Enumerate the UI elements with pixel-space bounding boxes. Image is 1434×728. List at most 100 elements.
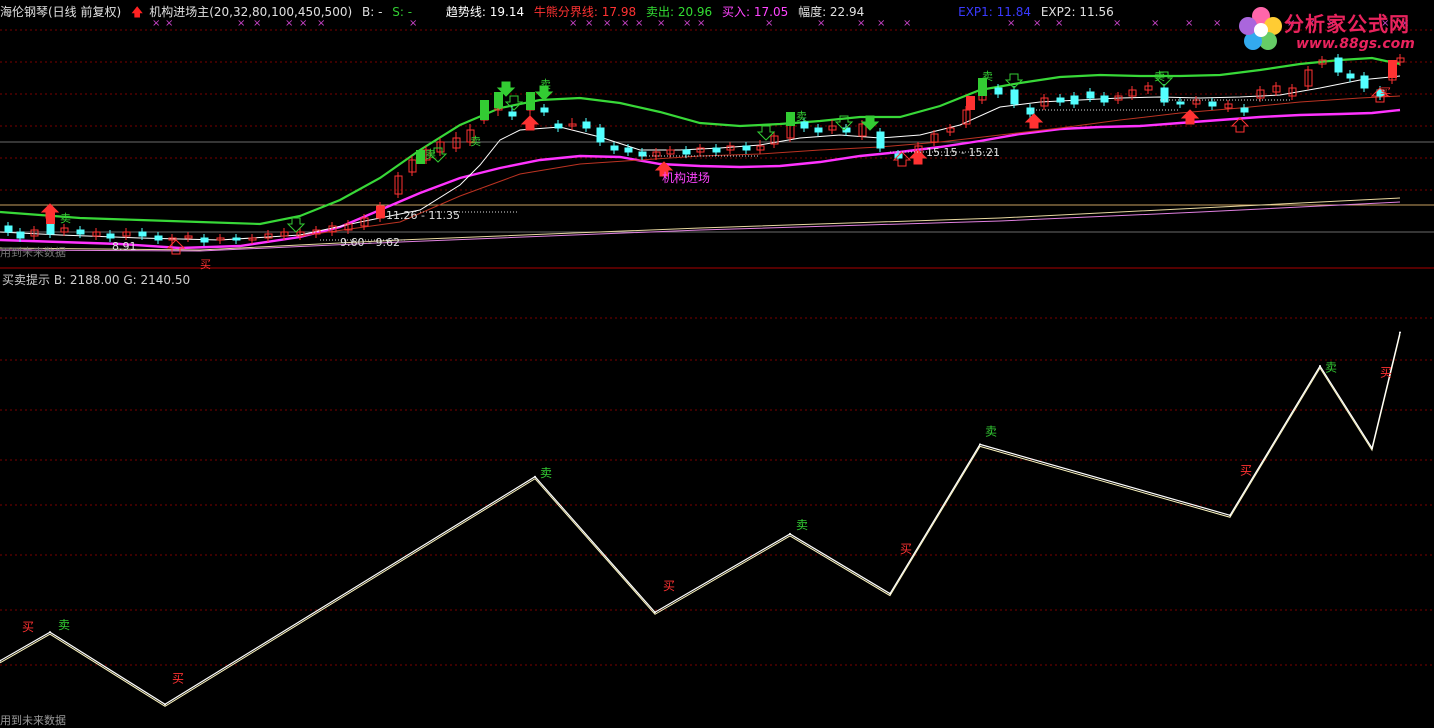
top-marker: ×	[877, 18, 885, 29]
sub-buy-signal: 买	[172, 671, 184, 685]
candle-body	[76, 229, 85, 235]
sub-buy-signal: 买	[22, 620, 34, 634]
top-marker: ×	[152, 18, 160, 29]
signal-point	[1319, 365, 1321, 368]
footer-note: 用到未来数据	[0, 714, 66, 727]
top-marker: ×	[253, 18, 261, 29]
exp2-value: EXP2: 11.56	[1040, 5, 1114, 19]
signal-candle-green	[494, 92, 503, 108]
candle-body	[1070, 95, 1079, 105]
signal-candle-red	[966, 96, 975, 110]
signal-candle-green	[416, 150, 425, 164]
bull-bear-value: 牛熊分界线: 17.98	[533, 5, 637, 19]
signal-point	[1399, 331, 1401, 334]
candle-body	[1176, 101, 1185, 105]
candle-body	[1360, 75, 1369, 89]
candle-body	[1208, 101, 1217, 107]
sell-value: 卖出: 20.96	[645, 5, 713, 19]
header-bar: 海伦钢琴(日线 前复权) 🡅 机构进场主(20,32,80,100,450,50…	[0, 3, 1120, 19]
up-arrow-icon: 🡅	[131, 5, 144, 19]
top-marker: ×	[1151, 18, 1159, 29]
candle-body	[106, 233, 115, 239]
candle-body	[138, 231, 147, 237]
candle-body	[876, 131, 885, 149]
sell-arrow-icon	[286, 217, 306, 233]
signal-point	[1229, 514, 1231, 517]
top-marker: ×	[857, 18, 865, 29]
chart-canvas[interactable]: 卖卖卖卖卖卖 卖买买11.26 - 11.359.60 - 9.6215.15 -…	[0, 0, 1434, 727]
candle-body	[994, 87, 1003, 95]
top-marker: ×	[817, 18, 825, 29]
candle-body	[154, 235, 163, 241]
sub-sell-signal: 卖	[985, 424, 997, 438]
top-marker: ×	[1185, 18, 1193, 29]
signal-point	[789, 532, 791, 535]
price-range-label: 9.60 - 9.62	[340, 236, 400, 249]
signal-point	[49, 631, 51, 634]
sub-sell-signal: 卖	[540, 466, 552, 480]
top-marker: ×	[1007, 18, 1015, 29]
candle-body	[638, 151, 647, 157]
stock-title[interactable]: 海伦钢琴(日线 前复权)	[0, 5, 121, 19]
candle-body	[596, 127, 605, 143]
signal-point	[889, 592, 891, 595]
top-marker: ×	[621, 18, 629, 29]
top-marker: ×	[1113, 18, 1121, 29]
candle-body	[1334, 57, 1343, 73]
exp1-value: EXP1: 11.84	[958, 5, 1031, 19]
candle-body	[16, 231, 25, 239]
trend-value: 趋势线: 19.14	[445, 5, 525, 19]
candle-body	[712, 147, 721, 153]
top-marker: ×	[765, 18, 773, 29]
price-range-label: 15.15 - 15.21	[926, 146, 1000, 159]
signal-candle-red	[376, 206, 385, 218]
sub-sell-signal: 卖	[1325, 360, 1337, 374]
candle-body	[1100, 95, 1109, 103]
top-marker: ×	[409, 18, 417, 29]
buy-arrow-icon	[520, 115, 540, 131]
candle-body	[554, 123, 563, 129]
signal-candle-green	[786, 112, 795, 126]
logo-url: www.88gs.com	[1296, 36, 1415, 52]
sub-buy-signal: 买	[900, 542, 912, 556]
top-marker: ×	[1033, 18, 1041, 29]
sub-chart-header: 买卖提示 B: 2188.00 G: 2140.50	[2, 273, 191, 287]
flower-icon	[1239, 7, 1282, 50]
signal-candle-green	[480, 100, 489, 120]
candle-body	[610, 145, 619, 151]
long-line-tan	[0, 197, 1401, 251]
candle-body	[624, 147, 633, 153]
top-marker: ×	[237, 18, 245, 29]
sub-buy-signal: 买	[1240, 464, 1252, 478]
signal-point	[654, 611, 656, 614]
top-marker: ×	[657, 18, 665, 29]
top-marker: ×	[697, 18, 705, 29]
candle-body	[1086, 91, 1095, 99]
sell-arrow-icon	[756, 125, 776, 141]
signal-point	[1371, 447, 1373, 450]
top-marker: ×	[165, 18, 173, 29]
top-marker: ×	[285, 18, 293, 29]
signal-point	[164, 703, 166, 706]
main-sell-signal: 卖	[425, 148, 436, 161]
candle-body	[1056, 97, 1065, 103]
sub-buy-signal: 买	[1380, 365, 1392, 379]
candle-body	[200, 237, 209, 243]
s-value: S: -	[392, 5, 413, 19]
main-sell-signal: 卖	[540, 78, 551, 91]
top-marker: ×	[683, 18, 691, 29]
candle-body	[1010, 89, 1019, 105]
top-marker: ×	[903, 18, 911, 29]
candle-body	[4, 225, 13, 233]
buy-value: 买入: 17.05	[722, 5, 789, 19]
top-marker: ×	[635, 18, 643, 29]
signal-line-white	[0, 332, 1401, 706]
b-value: B: -	[361, 5, 383, 19]
indicator-title[interactable]: 机构进场主(20,32,80,100,450,500)	[149, 5, 352, 19]
candle-body	[1026, 107, 1035, 115]
buy-arrow-icon	[1024, 113, 1044, 129]
candle-body	[1240, 107, 1249, 113]
top-marker: ×	[603, 18, 611, 29]
top-marker: ×	[569, 18, 577, 29]
signal-candle-red	[1388, 60, 1397, 78]
